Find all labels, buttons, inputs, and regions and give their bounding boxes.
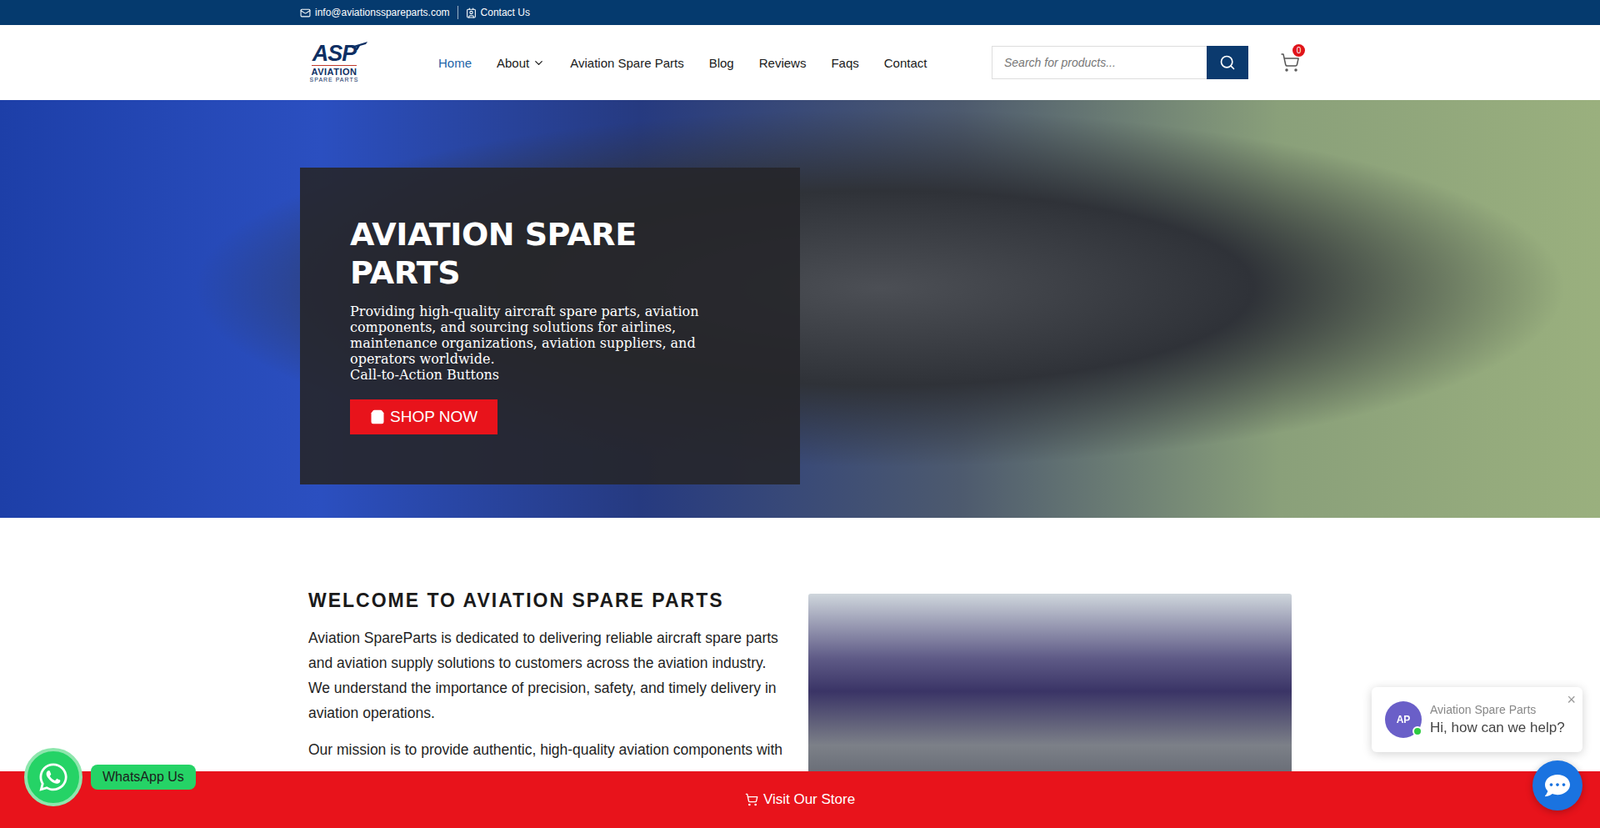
contact-card-icon [465, 7, 477, 19]
online-dot [1412, 725, 1423, 736]
chevron-down-icon [532, 56, 545, 70]
top-bar: info@aviationsspareparts.comContact Us [0, 0, 1600, 25]
hero-box: AVIATION SPARE PARTS Providing high-quali… [300, 167, 800, 485]
cart-button[interactable]: 0 [1280, 52, 1300, 73]
top-divider [457, 5, 459, 20]
logo-name: AVIATION [311, 65, 358, 77]
main-nav: Home About Aviation Spare Parts Blog Reviews… [438, 55, 927, 70]
mail-icon [300, 7, 311, 19]
nav-item[interactable]: Aviation Spare Parts [570, 55, 684, 70]
chat-button[interactable] [1532, 760, 1583, 810]
search-icon [1219, 54, 1236, 71]
chat-avatar: AP [1385, 700, 1422, 738]
nav-item[interactable]: Home [438, 55, 472, 70]
search-button[interactable] [1206, 45, 1249, 80]
header: ASPAVIATIONSPARE PARTS Home About Aviation … [0, 25, 1600, 100]
nav-item[interactable]: Blog [709, 55, 735, 70]
shopping-bag-icon [370, 409, 385, 425]
search-group [991, 45, 1249, 80]
hero-subtitle: Providing high-quality aircraft spare pa… [350, 303, 750, 367]
logo-tagline: SPARE PARTS [310, 76, 360, 84]
whatsapp-button[interactable] [24, 747, 83, 806]
logo[interactable]: ASPAVIATIONSPARE PARTS [300, 42, 369, 84]
logo-mark: ASP [312, 42, 357, 65]
welcome-paragraph: Our mission is to provide authentic, hig… [308, 736, 792, 762]
chat-popup[interactable]: AP Aviation Spare Parts Hi, how can we hel… [1371, 686, 1583, 752]
hero: AVIATION SPARE PARTS Providing high-quali… [0, 100, 1600, 518]
cart-badge: 0 [1292, 44, 1305, 57]
nav-item[interactable]: About [496, 55, 545, 70]
visit-store-bar[interactable]: Visit Our Store [0, 770, 1600, 828]
plane-icon [350, 39, 369, 51]
whatsapp-widget: WhatsApp Us [24, 747, 196, 806]
whatsapp-icon [37, 760, 70, 793]
email-link[interactable]: info@aviationsspareparts.com [300, 6, 458, 19]
welcome-text: WELCOME TO AVIATION SPARE PARTS Aviation … [308, 589, 792, 774]
chat-message: Hi, how can we help? [1430, 719, 1565, 736]
nav-item[interactable]: Reviews [759, 55, 807, 70]
contact-link[interactable]: Contact Us [458, 6, 538, 19]
shop-now-button[interactable]: SHOP NOW [350, 399, 498, 435]
cart-icon [745, 792, 759, 806]
chat-bubble-icon [1545, 772, 1570, 798]
whatsapp-label[interactable]: WhatsApp Us [90, 764, 196, 790]
hero-title: AVIATION SPARE PARTS [350, 215, 750, 292]
nav-item[interactable]: Contact [884, 55, 928, 70]
welcome-title: WELCOME TO AVIATION SPARE PARTS [308, 589, 792, 612]
chat-close-button[interactable]: × [1565, 690, 1578, 709]
search-input[interactable] [991, 45, 1207, 80]
page: info@aviationsspareparts.comContact UsAS… [0, 0, 1600, 828]
nav-item[interactable]: Faqs [830, 55, 859, 70]
chat-name: Aviation Spare Parts [1430, 702, 1565, 716]
hero-note: Call-to-Action Buttons [350, 366, 750, 383]
welcome-paragraph: Aviation SpareParts is dedicated to deli… [308, 625, 792, 725]
welcome-section: WELCOME TO AVIATION SPARE PARTS Aviation … [0, 517, 1600, 810]
